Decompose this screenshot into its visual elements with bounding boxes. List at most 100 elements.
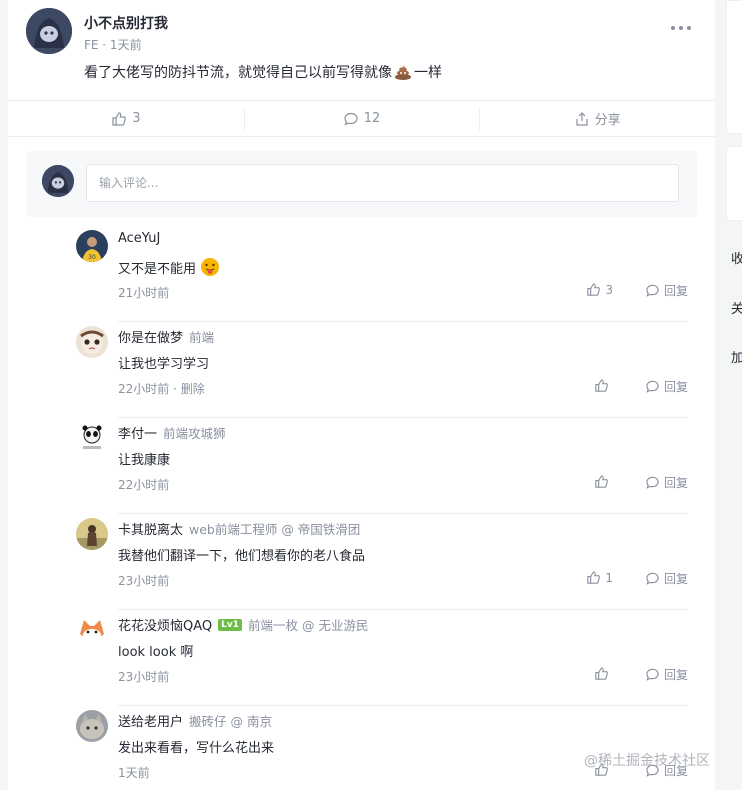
watermark: @稀土掘金技术社区 — [584, 753, 710, 769]
thumbs-up-icon — [595, 475, 608, 488]
commenter-name[interactable]: 你是在做梦 — [118, 327, 183, 346]
comment-like-button[interactable]: 1 — [586, 570, 613, 585]
comment-time: 23小时前 — [118, 574, 170, 588]
more-icon[interactable] — [671, 18, 691, 38]
commenter-name[interactable]: 卡其脱离太 — [118, 519, 183, 538]
comment-header: 李付一 前端攻城狮 — [118, 423, 226, 442]
comment-body: 发出来看看，写什么花出来 — [118, 741, 275, 756]
post-author-name[interactable]: 小不点别打我 — [84, 13, 168, 33]
comment-icon — [646, 380, 659, 393]
comment-icon — [646, 284, 659, 297]
current-user-avatar — [42, 165, 74, 197]
comment-body: 又不是不能用 — [118, 261, 197, 277]
comment-item: 卡其脱离太 web前端工程师 @ 帝国铁滑团 我替他们翻译一下，他们想看你的老八… — [76, 514, 688, 610]
sidebar-item-1[interactable]: 收 — [731, 248, 742, 267]
post-content-text-end: 一样 — [414, 65, 442, 81]
poop-emoji-icon — [394, 64, 412, 80]
comment-count: 12 — [363, 111, 381, 126]
reply-label: 回复 — [663, 668, 688, 682]
comment-reply-button[interactable]: 回复 — [645, 570, 688, 587]
commenter-name[interactable]: AceYuJ — [118, 231, 160, 246]
comment-icon — [646, 572, 659, 585]
reply-label: 回复 — [663, 476, 688, 490]
comment-header: 你是在做梦 前端 — [118, 327, 214, 346]
comment-text: 发出来看看，写什么花出来 — [118, 737, 274, 756]
commenter-avatar[interactable] — [76, 422, 108, 454]
thumbs-up-icon — [587, 283, 601, 296]
comment-header: 送给老用户 搬砖仔 @ 南京 — [118, 711, 272, 730]
level-badge: Lv1 — [218, 618, 243, 631]
comment-like-button[interactable]: 3 — [586, 282, 613, 297]
share-icon — [576, 111, 588, 126]
comment-body: 让我也学习学习 — [118, 357, 210, 372]
sidebar-item-2[interactable]: 关 — [731, 298, 742, 317]
comment-text: 又不是不能用 — [118, 257, 220, 277]
post-header: 小不点别打我 FE · 1天前 — [26, 8, 697, 58]
comment-item: 你是在做梦 前端 让我也学习学习 22小时前 · 删除 回复 — [76, 322, 688, 418]
comment-reply-button[interactable]: 回复 — [645, 666, 688, 683]
comment-body: 让我康康 — [118, 453, 171, 468]
sidebar-card-1 — [726, 0, 742, 134]
commenter-name[interactable]: 李付一 — [118, 423, 157, 442]
comment-body: 我替他们翻译一下，他们想看你的老八食品 — [118, 549, 366, 564]
comment-header: 卡其脱离太 web前端工程师 @ 帝国铁滑团 — [118, 519, 360, 538]
comment-icon — [344, 112, 358, 126]
commenter-avatar[interactable] — [76, 710, 108, 742]
commenter-title: 搬砖仔 @ 南京 — [189, 714, 272, 729]
comment-item: 送给老用户 搬砖仔 @ 南京 发出来看看，写什么花出来 1天前 回复 — [76, 706, 688, 790]
commenter-title: 前端一枚 @ 无业游民 — [248, 618, 369, 633]
like-count: 3 — [132, 111, 141, 126]
svg-text:30: 30 — [88, 254, 96, 261]
comment-icon — [646, 668, 659, 681]
comment-item: 李付一 前端攻城狮 让我康康 22小时前 回复 — [76, 418, 688, 514]
commenter-avatar[interactable] — [76, 614, 108, 646]
comment-text: look look 啊 — [118, 641, 193, 660]
comment-list: 30 AceYuJ 又不是不能用 21小时前 3 回复 你是在做梦 前端 让我也… — [76, 226, 688, 790]
comment-reply-button[interactable]: 回复 — [645, 474, 688, 491]
comment-like-count: 3 — [605, 282, 613, 297]
comment-time: 1天前 — [118, 766, 150, 780]
comment-text: 让我也学习学习 — [118, 353, 209, 372]
comment-reply-button[interactable]: 回复 — [645, 282, 688, 299]
comment-like-button[interactable] — [594, 666, 613, 681]
comment-input[interactable] — [86, 164, 679, 202]
thumbs-up-icon — [595, 667, 608, 680]
comment-item: 30 AceYuJ 又不是不能用 21小时前 3 回复 — [76, 226, 688, 322]
comment-time: 22小时前 — [118, 478, 170, 492]
comment-like-count: 1 — [605, 570, 613, 585]
post-meta: FE · 1天前 — [84, 38, 142, 52]
commenter-title: web前端工程师 @ 帝国铁滑团 — [189, 522, 361, 537]
commenter-title: 前端 — [189, 330, 215, 345]
thumbs-up-icon — [112, 111, 127, 126]
comment-like-button[interactable] — [594, 378, 613, 393]
post-content: 看了大佬写的防抖节流，就觉得自己以前写得就像 一样 — [84, 62, 442, 82]
like-button[interactable]: 3 — [8, 101, 244, 136]
comment-time: 22小时前 · 删除 — [118, 382, 205, 396]
comment-body: look look 啊 — [118, 645, 194, 660]
sidebar-item-3[interactable]: 加 — [731, 347, 742, 366]
commenter-title: 前端攻城狮 — [163, 426, 226, 441]
commenter-name[interactable]: 送给老用户 — [118, 711, 183, 730]
thumbs-up-icon — [595, 379, 608, 392]
thumbs-up-icon — [587, 571, 601, 584]
post-action-bar: 3 12 分享 — [8, 100, 715, 137]
commenter-avatar[interactable] — [76, 326, 108, 358]
author-avatar[interactable] — [26, 8, 72, 54]
comment-button[interactable]: 12 — [243, 101, 480, 136]
reply-label: 回复 — [663, 572, 688, 586]
comment-time: 23小时前 — [118, 670, 170, 684]
comment-item: 花花没烦恼QAQ Lv1 前端一枚 @ 无业游民 look look 啊 23小… — [76, 610, 688, 706]
commenter-avatar[interactable]: 30 — [76, 230, 108, 262]
tongue-emoji-icon — [200, 257, 220, 277]
commenter-avatar[interactable] — [76, 518, 108, 550]
comment-text: 让我康康 — [118, 449, 170, 468]
comment-header: 花花没烦恼QAQ Lv1 前端一枚 @ 无业游民 — [118, 615, 368, 634]
comment-header: AceYuJ — [118, 231, 160, 246]
reply-label: 回复 — [663, 380, 688, 394]
commenter-name[interactable]: 花花没烦恼QAQ — [118, 615, 212, 634]
sidebar-card-2 — [726, 146, 742, 221]
share-button[interactable]: 分享 — [479, 101, 715, 136]
comment-reply-button[interactable]: 回复 — [645, 378, 688, 395]
comment-like-button[interactable] — [594, 474, 613, 489]
comment-time: 21小时前 — [118, 286, 170, 300]
